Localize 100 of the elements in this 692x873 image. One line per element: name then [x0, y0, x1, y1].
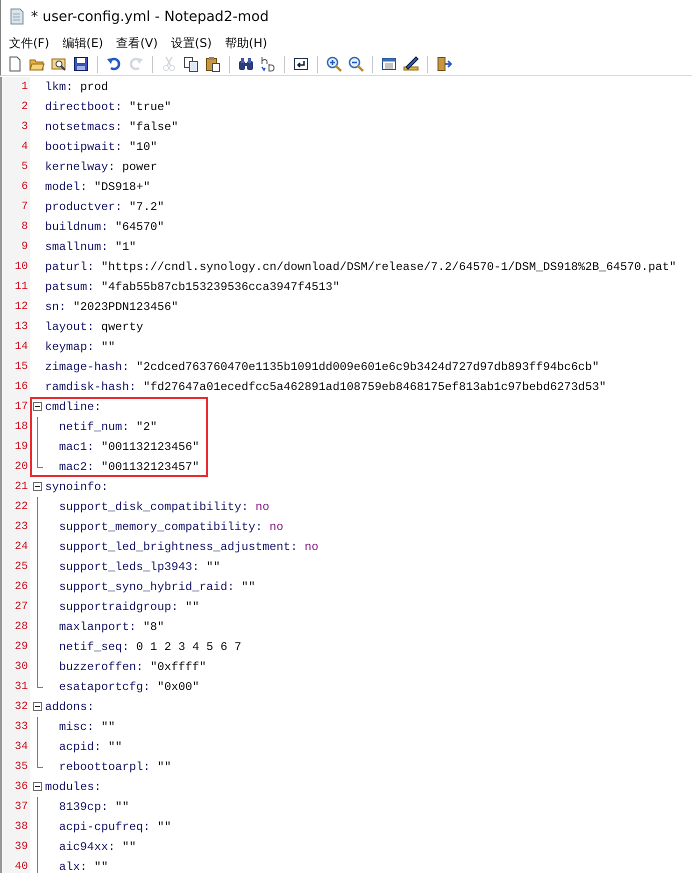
line-number: 40 [2, 857, 30, 873]
yaml-key: bootipwait: [45, 140, 122, 154]
yaml-key: keymap: [45, 340, 94, 354]
yaml-key: kernelway: [45, 160, 116, 174]
undo-icon[interactable] [106, 56, 122, 72]
yaml-value: prod [80, 80, 108, 94]
clipboard-icon[interactable] [205, 56, 221, 72]
yaml-key: buildnum: [45, 220, 108, 234]
copy-icon[interactable] [183, 56, 199, 72]
line-number: 34 [2, 737, 30, 757]
line-number: 35 [2, 757, 30, 777]
yaml-value: "1" [115, 240, 136, 254]
yaml-value: "" [115, 800, 130, 814]
yaml-key: support_memory_compatibility: [59, 520, 262, 534]
yaml-value: "001132123457" [101, 460, 200, 474]
menu-item[interactable]: 设置(S) [168, 34, 214, 52]
collapse-icon[interactable] [33, 702, 42, 711]
save-icon[interactable] [73, 56, 89, 72]
replace-icon[interactable] [260, 56, 276, 72]
line-number: 16 [2, 377, 30, 397]
yaml-value: "DS918+" [94, 180, 150, 194]
yaml-value: "https://cndl.synology.cn/download/DSM/release/7.2/64570-1/DSM_DS918%2B_64570.pat" [101, 260, 676, 274]
yaml-key: reboottoarpl: [59, 760, 150, 774]
wrap-icon[interactable] [293, 56, 309, 72]
line-number: 23 [2, 517, 30, 537]
binoculars-icon[interactable] [238, 56, 254, 72]
yaml-value: "" [206, 560, 220, 574]
line-number: 25 [2, 557, 30, 577]
line-number: 1 [2, 77, 30, 97]
line-number: 27 [2, 597, 30, 617]
line-number: 22 [2, 497, 30, 517]
window-list-icon[interactable] [381, 56, 397, 72]
yaml-key: maxlanport: [59, 620, 136, 634]
yaml-value: "" [185, 600, 200, 614]
zoom-out-icon[interactable] [348, 56, 364, 72]
zoom-in-icon[interactable] [326, 56, 342, 72]
yaml-value: "2cdced763760470e1135b1091dd009e601e6c9b3424d727d97db893ff94bc6cb" [136, 360, 600, 374]
yaml-key: acpid: [59, 740, 102, 754]
line-number: 12 [2, 297, 30, 317]
line-number: 32 [2, 697, 30, 717]
yaml-value: 0 1 2 3 4 5 6 7 [136, 640, 242, 654]
notepad-icon [10, 8, 24, 25]
yaml-value: power [122, 160, 158, 174]
yaml-key: mac2: [59, 460, 94, 474]
menu-item[interactable]: 帮助(H) [222, 34, 270, 52]
line-number: 20 [2, 457, 30, 477]
yaml-key: model: [45, 180, 88, 194]
line-number: 10 [2, 257, 30, 277]
yaml-value: "" [122, 840, 136, 854]
yaml-value: no [269, 520, 284, 534]
line-number: 14 [2, 337, 30, 357]
window-title: * user-config.yml - Notepad2-mod [31, 8, 269, 24]
yaml-value: "true" [129, 100, 172, 114]
ruler-pencil-icon[interactable] [403, 56, 419, 72]
yaml-value: "fd27647a01ecedfcc5a462891ad108759eb8468175ef813ab1c97bebd6273d53" [143, 380, 606, 394]
magnifier-folder-icon[interactable] [51, 56, 67, 72]
yaml-value: "0x00" [157, 680, 200, 694]
yaml-value: "2023PDN123456" [73, 300, 178, 314]
yaml-key: support_leds_lp3943: [59, 560, 200, 574]
collapse-icon[interactable] [33, 782, 42, 791]
yaml-value: "" [241, 580, 256, 594]
line-number: 4 [2, 137, 30, 157]
line-number: 2 [2, 97, 30, 117]
line-number: 30 [2, 657, 30, 677]
yaml-key: mac1: [59, 440, 94, 454]
line-number: 6 [2, 177, 30, 197]
yaml-value: "7.2" [129, 200, 164, 214]
yaml-key: support_led_brightness_adjustment: [59, 540, 298, 554]
line-number: 3 [2, 117, 30, 137]
line-number: 28 [2, 617, 30, 637]
yaml-value: "" [157, 760, 172, 774]
line-number: 17 [2, 397, 30, 417]
yaml-key: cmdline: [45, 400, 102, 414]
exit-door-icon[interactable] [436, 56, 452, 72]
menu-item[interactable]: 编辑(E) [60, 34, 106, 52]
line-number: 24 [2, 537, 30, 557]
line-number: 26 [2, 577, 30, 597]
yaml-key: addons: [45, 700, 94, 714]
yaml-key: ramdisk-hash: [45, 380, 136, 394]
menu-item[interactable]: 文件(F) [7, 34, 52, 52]
yaml-key: directboot: [45, 100, 122, 114]
line-number: 5 [2, 157, 30, 177]
yaml-key: acpi-cpufreq: [59, 820, 150, 834]
yaml-key: productver: [45, 200, 122, 214]
collapse-icon[interactable] [33, 482, 42, 491]
yaml-key: layout: [45, 320, 94, 334]
menu-item[interactable]: 查看(V) [114, 34, 160, 52]
yaml-key: lkm: [45, 80, 74, 94]
collapse-icon[interactable] [33, 402, 42, 411]
line-number: 29 [2, 637, 30, 657]
yaml-key: netif_num: [59, 420, 130, 434]
line-number: 37 [2, 797, 30, 817]
yaml-key: aic94xx: [59, 840, 116, 854]
yaml-value: "001132123456" [101, 440, 200, 454]
yaml-key: patsum: [45, 280, 94, 294]
yaml-value: "10" [129, 140, 158, 154]
new-file-icon[interactable] [7, 56, 23, 72]
yaml-value: "64570" [115, 220, 164, 234]
line-number: 9 [2, 237, 30, 257]
line-number: 31 [2, 677, 30, 697]
